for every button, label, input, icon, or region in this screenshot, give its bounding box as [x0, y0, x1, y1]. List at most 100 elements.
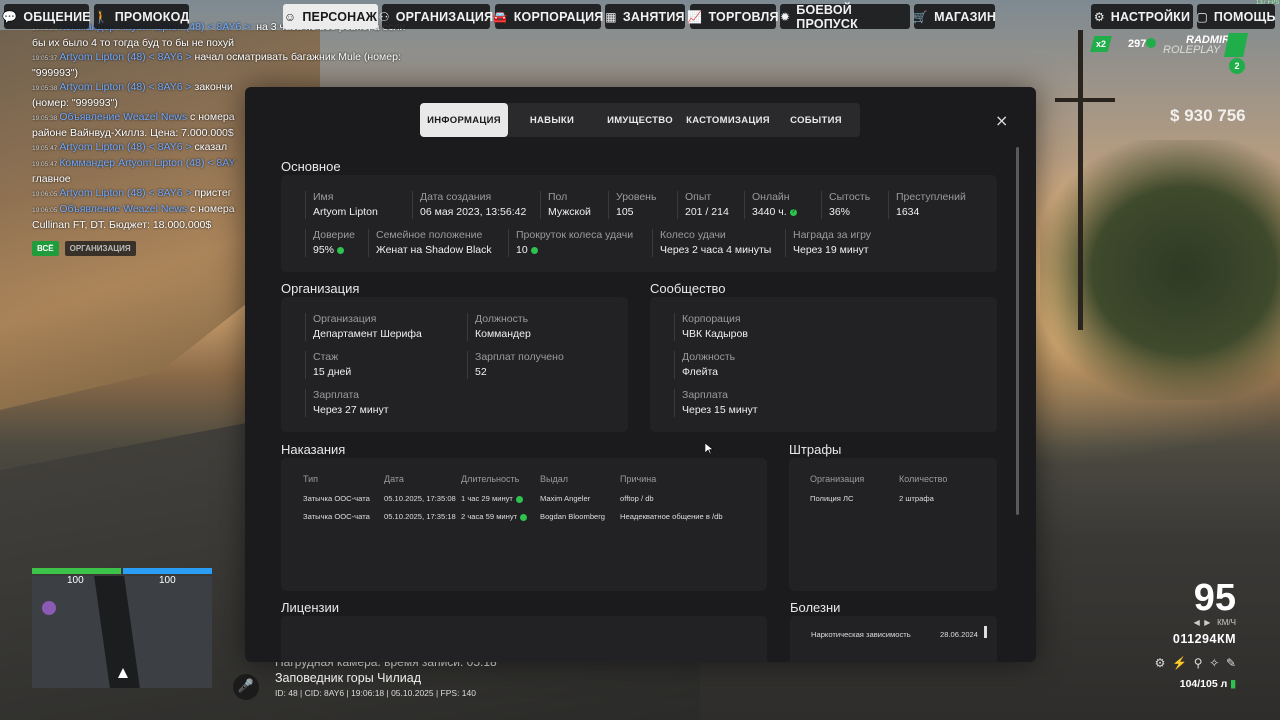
field-wheel-spins: Прокруток колеса удачи 10	[508, 229, 633, 257]
modal-scrollbar[interactable]	[1016, 147, 1019, 515]
menu-help-button[interactable]: ▢ ПОМОЩЬ	[1196, 4, 1276, 29]
key-icon: ⚲	[1193, 656, 1203, 670]
section-punish-title: Наказания	[281, 442, 346, 457]
punish-col-reason: Причина	[620, 474, 657, 484]
speed-unit: КМ/Ч	[1217, 618, 1236, 627]
section-basic-title: Основное	[281, 159, 341, 174]
fines-card: Организация Количество Полиция ЛС 2 штра…	[789, 458, 997, 591]
gear-icon: ⚙	[1093, 9, 1105, 24]
diseases-card: Наркотическая зависимость 28.06.2024	[790, 616, 997, 662]
brand-sub: ROLEPLAY	[1163, 44, 1221, 56]
menu-corporation-button[interactable]: 🚘 КОРПОРАЦИЯ	[493, 4, 604, 29]
field-level: Уровень 105	[608, 191, 656, 219]
field-satiety: Сытость 36%	[821, 191, 870, 219]
engine-icon: ⚙	[1154, 656, 1166, 670]
lights-icon: ✧	[1209, 656, 1220, 670]
field-crimes: Преступлений 1634	[888, 191, 966, 219]
field-family: Семейное положение Женат на Shadow Black	[368, 229, 492, 257]
field-online: Онлайн 3440 ч.?	[744, 191, 797, 219]
battery-icon: ⚡	[1172, 656, 1188, 670]
server-badge: 2	[1229, 58, 1245, 74]
menu-activities-button[interactable]: ▦ ЗАНЯТИЯ	[605, 4, 685, 29]
field-reward: Награда за игру Через 19 минут	[785, 229, 871, 257]
menu-character-label: ПЕРСОНАЖ	[302, 9, 378, 24]
fuel-value: 104/105 л	[1179, 678, 1228, 690]
field-corp-rank: Должность Флейта	[674, 351, 735, 379]
chat-text: (номер: "999993")	[32, 97, 118, 109]
microphone-icon[interactable]: 🎤	[233, 674, 259, 700]
menu-character-button[interactable]: ☺ ПЕРСОНАЖ	[283, 4, 378, 29]
tab-skills[interactable]: НАВЫКИ	[508, 103, 596, 137]
field-corp-name: Корпорация ЧВК Кадыров	[674, 313, 748, 341]
chat-text: с номера	[187, 111, 235, 123]
turn-signals-unit: ◀ ▶ КМ/Ч	[1116, 618, 1236, 627]
chat-text: районе Вайнвуд-Хиллз. Цена: 7.000.000$	[32, 127, 234, 139]
field-corp-salary: Зарплата Через 15 минут	[674, 389, 758, 417]
community-card: Корпорация ЧВК Кадыров Должность Флейта За…	[650, 297, 997, 432]
minimap-marker-icon	[42, 601, 56, 615]
chat-tab-org[interactable]: ОРГАНИЗАЦИЯ	[64, 241, 136, 256]
menu-battlepass-button[interactable]: ✹ БОЕВОЙ ПРОПУСК	[780, 3, 910, 31]
punish-card: Тип Дата Длительность Выдал Причина Заты…	[281, 458, 767, 591]
field-exp: Опыт 201 / 214	[677, 191, 729, 219]
minimap: 100 100	[32, 568, 212, 688]
licenses-card	[281, 616, 767, 662]
money-amount: $ 930 756	[1170, 106, 1246, 125]
money-value: 930 756	[1184, 106, 1246, 125]
chat-author: Объявление Weazel News	[59, 111, 188, 123]
tab-property[interactable]: ИМУЩЕСТВО	[596, 103, 684, 137]
help-icon: ▢	[1196, 9, 1208, 24]
menu-settings-label: НАСТРОЙКИ	[1110, 9, 1191, 24]
chat-author: Artyom Lipton (48) < 8AY6 >	[59, 51, 192, 63]
online-info-icon[interactable]: ?	[789, 208, 797, 216]
menu-promo-button[interactable]: 🚶 ПРОМОКОД	[94, 4, 189, 29]
menu-corporation-label: КОРПОРАЦИЯ	[513, 9, 604, 24]
speed-value: 95	[1193, 577, 1236, 619]
chat-tabs: ВСЁ ОРГАНИЗАЦИЯ	[32, 241, 136, 256]
menu-organization-label: ОРГАНИЗАЦИЯ	[395, 9, 494, 24]
menu-shop-button[interactable]: 🛒 МАГАЗИН	[913, 4, 996, 29]
punish-table: Тип Дата Длительность Выдал Причина Заты…	[303, 474, 723, 521]
chat-text: с номера	[187, 203, 235, 215]
chat-text: пристег	[191, 187, 232, 199]
field-org-salary: Зарплата Через 27 минут	[305, 389, 389, 417]
speedometer: 95 ◀ ▶ КМ/Ч 011294КМ ⚙ ⚡ ⚲ ✧ ✎ 104/105 л…	[1116, 578, 1236, 690]
chat-tab-all[interactable]: ВСЁ	[32, 241, 59, 256]
chat-text: бы их было 4 то тогда буд то бы не похуй	[32, 37, 235, 49]
menu-activities-label: ЗАНЯТИЯ	[622, 9, 685, 24]
org-card: Организация Департамент Шерифа Должность К…	[281, 297, 628, 432]
menu-chat-button[interactable]: 💬 ОБЩЕНИЕ	[2, 4, 91, 29]
chat-timestamp: 19:05:37	[32, 55, 58, 62]
menu-promo-label: ПРОМОКОД	[114, 9, 190, 24]
fps-counter: 137 FPS	[1256, 0, 1280, 6]
diseases-scrollbar[interactable]	[984, 626, 987, 638]
section-org-title: Организация	[281, 281, 360, 296]
coins-count: 297	[1128, 38, 1147, 50]
menu-chat-label: ОБЩЕНИЕ	[23, 9, 91, 24]
odometer: 011294КМ	[1172, 632, 1236, 646]
chat-timestamp: 19:05:47	[32, 145, 58, 152]
tab-information[interactable]: ИНФОРМАЦИЯ	[420, 103, 508, 137]
tab-events[interactable]: СОБЫТИЯ	[772, 103, 860, 137]
menu-help-label: ПОМОЩЬ	[1213, 9, 1276, 24]
chat-line: "999993")	[32, 66, 432, 80]
trust-status-icon	[337, 246, 345, 254]
health-value: 100	[67, 575, 84, 586]
gear-badge-icon: ✹	[780, 9, 791, 24]
close-icon[interactable]: ×	[995, 111, 1008, 130]
person-walk-icon: 🚶	[93, 9, 109, 24]
punish-col-issuer: Выдал	[540, 474, 568, 484]
menu-organization-button[interactable]: ⚇ ОРГАНИЗАЦИЯ	[379, 4, 493, 29]
chat-timestamp: 19:06:05	[32, 207, 58, 214]
status-dot-icon	[515, 495, 523, 503]
tab-customization[interactable]: КАСТОМИЗАЦИЯ	[684, 103, 772, 137]
chat-text: главное	[32, 173, 71, 185]
chat-author: Artyom Lipton (48) < 8AY6 >	[59, 141, 192, 153]
minimap-road	[94, 576, 140, 688]
fines-col-count: Количество	[899, 474, 948, 484]
top-menu-bar: 💬 ОБЩЕНИЕ 🚶 ПРОМОКОД ☺ ПЕРСОНАЖ ⚇ ОРГАНИ…	[0, 0, 1280, 33]
fines-col-org: Организация	[810, 474, 865, 484]
chat-author: Artyom Lipton (48) < 8AY6 >	[59, 81, 192, 93]
menu-settings-button[interactable]: ⚙ НАСТРОЙКИ	[1091, 4, 1193, 29]
menu-trade-button[interactable]: 📈 ТОРГОВЛЯ	[687, 4, 778, 29]
